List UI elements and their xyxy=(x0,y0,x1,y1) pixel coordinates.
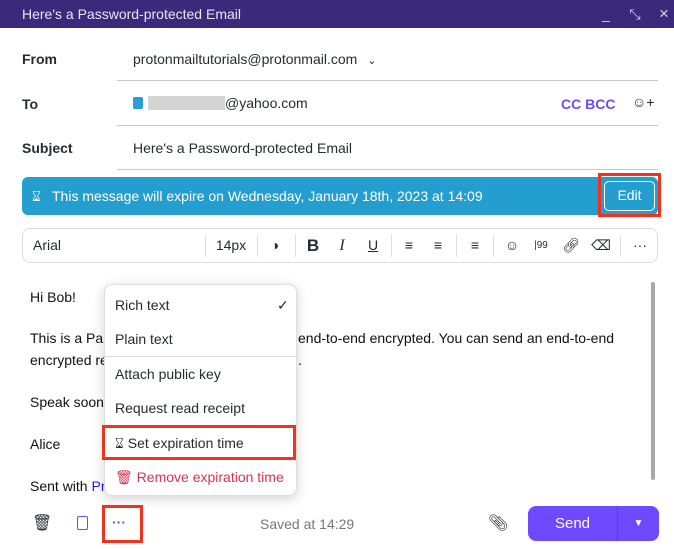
redacted-name xyxy=(148,96,225,110)
body-line-1a[interactable]: This is a Pa xyxy=(30,330,103,346)
quote-icon[interactable]: |99 xyxy=(531,229,551,262)
menu-divider xyxy=(105,356,296,357)
divider xyxy=(117,80,658,81)
add-contact-icon[interactable]: ☺+ xyxy=(632,94,654,110)
from-label: From xyxy=(22,51,57,67)
collapse-icon[interactable]: ⤡ xyxy=(625,0,645,28)
font-size-select[interactable]: 14px xyxy=(213,229,249,262)
body-signature[interactable]: Alice xyxy=(30,436,60,452)
highlight-box xyxy=(102,425,296,460)
expiration-banner: ⌛︎ This message will expire on Wednesday… xyxy=(22,177,658,215)
body-line-2b[interactable]: . xyxy=(298,352,302,368)
underline-button[interactable]: U xyxy=(363,229,383,262)
more-formatting-button[interactable]: ··· xyxy=(629,229,651,262)
lock-icon xyxy=(133,97,143,109)
body-signoff[interactable]: Speak soon xyxy=(30,394,104,410)
from-select[interactable]: protonmailtutorials@protonmail.com ⌄ xyxy=(133,51,376,67)
trash-icon: 🗑︎ xyxy=(115,469,133,485)
menu-item-attach-public-key[interactable]: Attach public key xyxy=(115,366,221,382)
scrollbar[interactable] xyxy=(651,282,655,480)
remove-expiration-label: Remove expiration time xyxy=(136,469,284,485)
window-titlebar: Here's a Password-protected Email xyxy=(0,0,674,28)
attachment-icon[interactable]: 📎︎ xyxy=(488,513,508,533)
font-select[interactable]: Arial xyxy=(33,229,61,262)
bold-button[interactable]: B xyxy=(303,229,323,262)
eraser-icon[interactable]: ⌫ xyxy=(591,229,611,262)
recipient-address: @yahoo.com xyxy=(225,95,308,111)
body-sent-with[interactable]: Sent with Pr xyxy=(30,478,105,494)
send-button[interactable]: Send xyxy=(528,506,617,541)
subject-label: Subject xyxy=(22,140,73,156)
window-title: Here's a Password-protected Email xyxy=(22,6,241,22)
send-button-group: Send ▼ xyxy=(528,506,659,541)
to-field[interactable]: @yahoo.com xyxy=(133,95,308,111)
cc-bcc-button[interactable]: CC BCC xyxy=(561,96,615,112)
body-greeting[interactable]: Hi Bob! xyxy=(30,289,76,305)
numbered-list-icon[interactable]: ≡ xyxy=(428,229,448,262)
hourglass-icon: ⌛︎ xyxy=(32,188,41,204)
close-button[interactable]: × xyxy=(654,0,674,28)
more-options-menu: Rich text ✓ Plain text Attach public key… xyxy=(104,284,297,496)
italic-button[interactable]: I xyxy=(332,229,352,262)
checkmark-icon: ✓ xyxy=(277,297,289,313)
minimize-button[interactable]: _ xyxy=(596,0,616,28)
link-icon[interactable]: 🔗︎ xyxy=(561,229,581,262)
edit-expiration-button[interactable]: Edit xyxy=(604,181,655,211)
menu-item-rich-text[interactable]: Rich text xyxy=(115,297,169,313)
align-icon[interactable]: ≡ xyxy=(465,229,485,262)
from-value: protonmailtutorials@protonmail.com xyxy=(133,51,358,67)
body-line-2a[interactable]: encrypted re xyxy=(30,352,108,368)
to-label: To xyxy=(22,96,39,112)
subject-input[interactable]: Here's a Password-protected Email xyxy=(133,140,352,156)
delete-draft-icon[interactable]: 🗑︎ xyxy=(32,513,52,533)
bullet-list-icon[interactable]: ≡ xyxy=(399,229,419,262)
chevron-down-icon: ⌄ xyxy=(367,55,377,67)
divider xyxy=(117,125,658,126)
menu-item-remove-expiration[interactable]: 🗑︎ Remove expiration time xyxy=(115,469,284,486)
sent-with-text: Sent with xyxy=(30,478,92,494)
contrast-icon[interactable]: ◑ xyxy=(264,229,286,262)
emoji-icon[interactable]: ☺ xyxy=(502,229,522,262)
encryption-lock-icon[interactable] xyxy=(77,516,88,530)
more-options-button[interactable]: ··· xyxy=(112,514,126,530)
editor-toolbar: Arial 14px ◑ B I U ≡ ≡ ≡ ☺ |99 🔗︎ ⌫ ··· xyxy=(22,228,658,263)
send-options-caret-icon[interactable]: ▼ xyxy=(618,506,659,541)
menu-item-plain-text[interactable]: Plain text xyxy=(115,331,173,347)
menu-item-read-receipt[interactable]: Request read receipt xyxy=(115,400,245,416)
expiration-text: This message will expire on Wednesday, J… xyxy=(52,188,483,204)
saved-status: Saved at 14:29 xyxy=(260,516,355,532)
body-line-1b[interactable]: end-to-end encrypted. You can send an en… xyxy=(298,330,614,346)
divider xyxy=(117,169,658,170)
